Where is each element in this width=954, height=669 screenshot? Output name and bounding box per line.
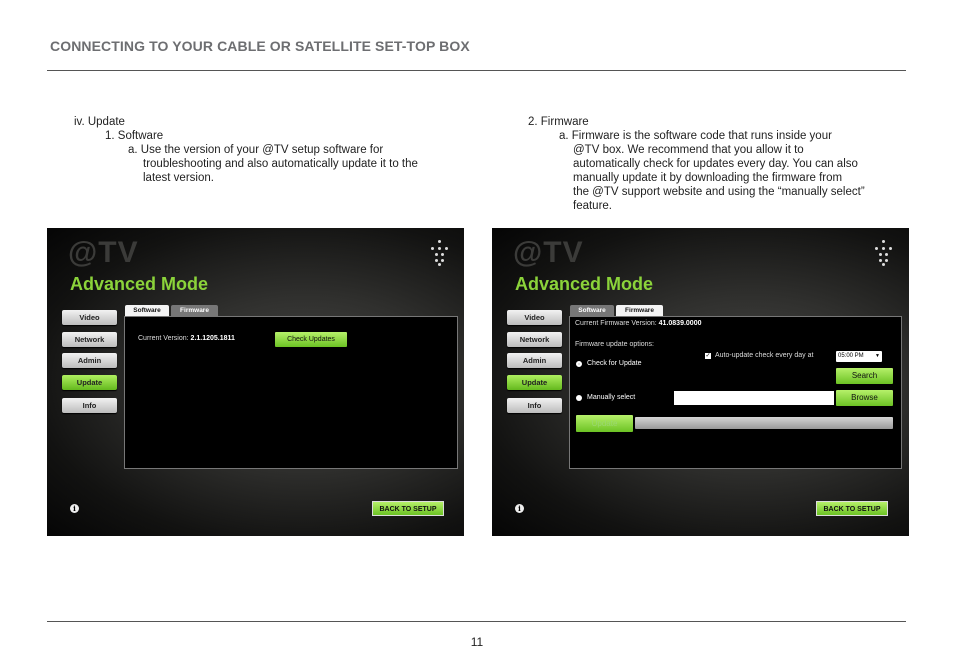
- list-item-update: iv. Update: [74, 116, 125, 128]
- firmware-update-screenshot: @TV Advanced Mode Video Network Admin Up…: [492, 228, 909, 536]
- current-version-label: Current Version:: [138, 335, 189, 342]
- current-version-row: Current Version: 2.1.1205.1811: [138, 335, 235, 342]
- advanced-mode-title: Advanced Mode: [515, 274, 654, 294]
- at-tv-logo: @TV: [513, 236, 584, 269]
- belkin-dots-icon: [429, 240, 451, 266]
- info-icon[interactable]: i: [515, 504, 524, 513]
- tab-software[interactable]: Software: [570, 305, 614, 316]
- firmware-panel: Current Firmware Version: 41.0839.0000 F…: [569, 316, 902, 469]
- software-description-line: latest version.: [143, 172, 214, 184]
- check-for-update-radio[interactable]: [576, 361, 582, 367]
- advanced-mode-title: Advanced Mode: [70, 274, 209, 294]
- firmware-description-line: manually update it by downloading the fi…: [573, 172, 843, 184]
- software-update-screenshot: @TV Advanced Mode Video Network Admin Up…: [47, 228, 464, 536]
- tab-software[interactable]: Software: [125, 305, 169, 316]
- current-version-value: 2.1.1205.1811: [190, 335, 235, 342]
- check-for-update-label: Check for Update: [587, 360, 642, 367]
- update-options-label: Firmware update options:: [575, 341, 654, 348]
- page-header: CONNECTING TO YOUR CABLE OR SATELLITE SE…: [50, 38, 470, 54]
- top-divider: [47, 70, 906, 71]
- current-firmware-value: 41.0839.0000: [658, 320, 702, 327]
- nav-network-button[interactable]: Network: [507, 332, 562, 347]
- nav-admin-button[interactable]: Admin: [507, 353, 562, 368]
- time-select[interactable]: 05:00 PM ▼: [836, 351, 882, 362]
- manually-select-label: Manually select: [587, 394, 636, 401]
- update-button[interactable]: Update: [576, 415, 633, 432]
- firmware-description-line: automatically check for updates every da…: [573, 158, 858, 170]
- firmware-description-line: the @TV support website and using the “m…: [573, 186, 865, 198]
- software-description-line: a. Use the version of your @TV setup sof…: [128, 144, 384, 156]
- current-firmware-row: Current Firmware Version: 41.0839.0000: [575, 320, 701, 327]
- software-description-line: troubleshooting and also automatically u…: [143, 158, 418, 170]
- tab-firmware[interactable]: Firmware: [171, 305, 218, 316]
- back-to-setup-button[interactable]: BACK TO SETUP: [372, 501, 444, 516]
- nav-update-button[interactable]: Update: [507, 375, 562, 390]
- auto-update-checkbox[interactable]: ✓: [705, 353, 711, 359]
- belkin-dots-icon: [873, 240, 895, 266]
- at-tv-logo: @TV: [68, 236, 139, 269]
- firmware-description-line: feature.: [573, 200, 612, 212]
- info-icon[interactable]: i: [70, 504, 79, 513]
- chevron-down-icon: ▼: [875, 353, 880, 359]
- manual-path-input[interactable]: [674, 391, 834, 405]
- back-to-setup-button[interactable]: BACK TO SETUP: [816, 501, 888, 516]
- auto-update-label: Auto-update check every day at: [715, 352, 814, 359]
- list-item-firmware: 2. Firmware: [528, 116, 589, 128]
- nav-video-button[interactable]: Video: [507, 310, 562, 325]
- nav-video-button[interactable]: Video: [62, 310, 117, 325]
- update-progress-bar: [635, 417, 893, 429]
- list-item-software: 1. Software: [105, 130, 164, 142]
- page-number: 11: [470, 635, 484, 649]
- nav-network-button[interactable]: Network: [62, 332, 117, 347]
- firmware-description-line: @TV box. We recommend that you allow it …: [573, 144, 804, 156]
- bottom-divider: [47, 621, 906, 622]
- tab-firmware[interactable]: Firmware: [616, 305, 663, 316]
- nav-info-button[interactable]: Info: [507, 398, 562, 413]
- nav-update-button[interactable]: Update: [62, 375, 117, 390]
- nav-info-button[interactable]: Info: [62, 398, 117, 413]
- manually-select-radio[interactable]: [576, 395, 582, 401]
- time-select-value: 05:00 PM: [838, 353, 864, 359]
- nav-admin-button[interactable]: Admin: [62, 353, 117, 368]
- browse-button[interactable]: Browse: [836, 390, 893, 406]
- software-panel: Current Version: 2.1.1205.1811 Check Upd…: [124, 316, 458, 469]
- firmware-description-line: a. Firmware is the software code that ru…: [559, 130, 832, 142]
- check-updates-button[interactable]: Check Updates: [275, 332, 347, 347]
- current-firmware-label: Current Firmware Version:: [575, 320, 657, 327]
- search-button[interactable]: Search: [836, 368, 893, 384]
